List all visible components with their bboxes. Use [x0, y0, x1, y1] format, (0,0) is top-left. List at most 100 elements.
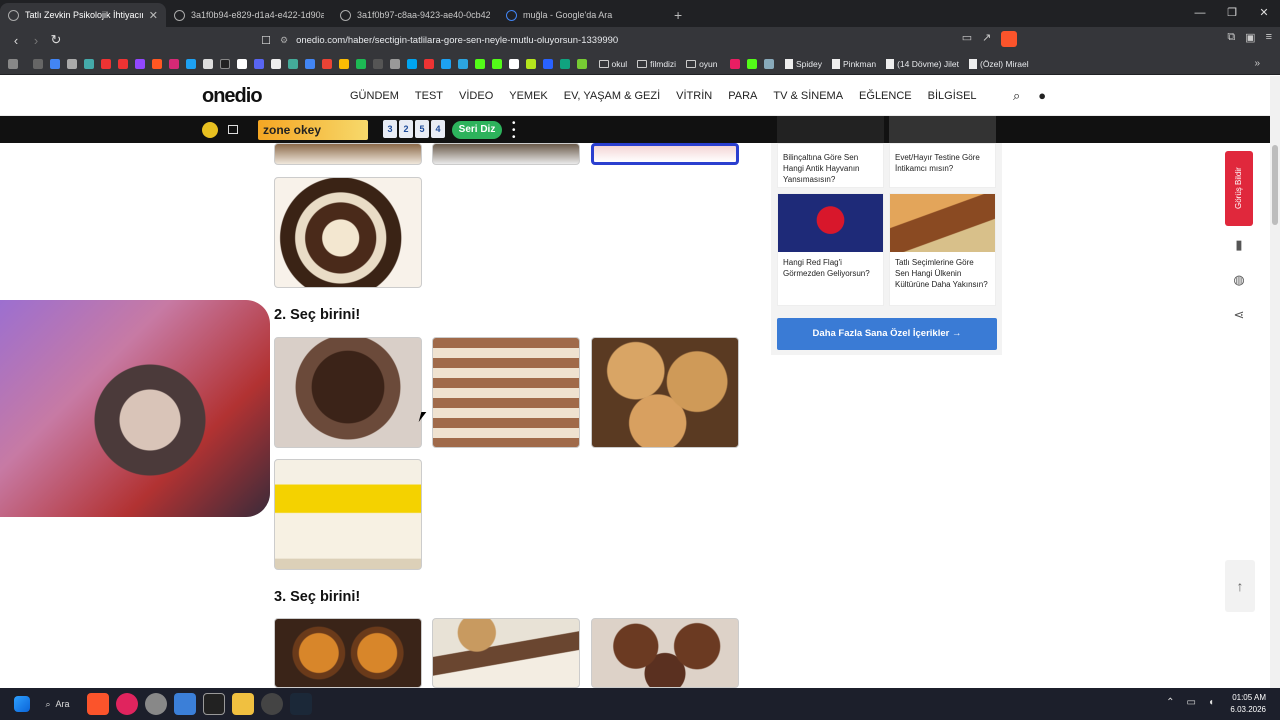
scroll-to-top-button[interactable]: ↑ [1225, 560, 1255, 612]
quiz-option-image[interactable] [274, 143, 422, 165]
bookmark-mirael[interactable]: (Özel) Mirael [968, 58, 1029, 69]
discord-icon[interactable] [254, 58, 264, 69]
back-icon[interactable]: ‹ [6, 33, 26, 48]
menu-item[interactable]: VİTRİN [676, 90, 712, 102]
volume-icon[interactable]: ◖ [1208, 697, 1214, 708]
restore-button[interactable]: ❐ [1216, 0, 1248, 27]
bookmark-spidey[interactable]: Spidey [785, 58, 822, 69]
recommended-card[interactable]: Tatlı Seçimlerine Göre Sen Hangi Ülkenin… [889, 193, 996, 306]
user-icon[interactable]: ● [1038, 88, 1046, 104]
bookmark-favicon-icon[interactable] [526, 58, 536, 69]
bookmark-favicon-icon[interactable] [543, 58, 553, 69]
extensions-icon[interactable]: ⧉ [1227, 31, 1235, 47]
file-explorer-icon[interactable] [232, 693, 255, 715]
quiz-option-image[interactable] [591, 618, 739, 688]
recommended-card[interactable]: Bilinçaltına Göre Sen Hangi Antik Hayvan… [777, 143, 884, 188]
system-clock[interactable]: 01:05 AM 6.03.2026 [1230, 692, 1266, 716]
ad-info-icon[interactable] [228, 125, 238, 134]
youtube-icon[interactable] [118, 58, 128, 69]
x-icon[interactable] [203, 58, 213, 69]
search-icon[interactable]: ⌕ [1013, 88, 1020, 104]
bookmark-favicon-icon[interactable] [729, 58, 740, 69]
quiz-option-brownie[interactable] [274, 337, 422, 448]
history-icon[interactable] [33, 58, 43, 69]
bookmark-favicon-icon[interactable] [441, 58, 451, 69]
menu-item[interactable]: YEMEK [509, 90, 548, 102]
docs-icon[interactable] [305, 58, 315, 69]
bookmark-favicon-icon[interactable] [424, 58, 434, 69]
quiz-option-image[interactable] [274, 618, 422, 688]
bookmark-jilet[interactable]: (14 Dövme) Jilet [886, 58, 959, 69]
app-icon[interactable] [261, 693, 284, 715]
spotify-icon[interactable] [356, 58, 366, 69]
quiz-option-cookies[interactable] [591, 337, 739, 448]
close-window-button[interactable]: ✕ [1248, 0, 1280, 27]
menu-item[interactable]: TEST [415, 90, 443, 102]
site-logo[interactable]: onedio [202, 85, 263, 108]
kick-icon[interactable] [475, 58, 485, 69]
ad-banner[interactable]: zone okey 3 2 5 4 Seri Diz • • • [0, 116, 1270, 143]
cast-icon[interactable]: ▭ [962, 31, 972, 47]
new-tab-button[interactable]: + [664, 3, 692, 27]
bookmark-add-icon[interactable]: ▮ [1230, 237, 1248, 255]
bookmark-pinkman[interactable]: Pinkman [832, 58, 876, 69]
share-icon[interactable]: ⋖ [1230, 307, 1248, 325]
quiz-option-image[interactable] [432, 618, 580, 688]
kick-icon[interactable] [492, 58, 502, 69]
menu-item[interactable]: GÜNDEM [350, 90, 399, 102]
app-icon[interactable] [116, 693, 139, 715]
ad-cta-button[interactable]: Seri Diz [452, 121, 502, 139]
quiz-option-tiramisu[interactable] [432, 337, 580, 448]
network-icon[interactable]: ▭ [1187, 697, 1196, 708]
tab-3[interactable]: 3a1f0b97-c8aa-9423-ae40-0cb4209 [332, 3, 498, 27]
windows-start-icon[interactable] [14, 696, 30, 712]
menu-item[interactable]: EĞLENCE [859, 90, 912, 102]
recommended-card[interactable]: Evet/Hayır Testine Göre İntikamcı mısın? [889, 143, 996, 188]
bookmark-favicon-icon[interactable] [288, 58, 298, 69]
bookmark-favicon-icon[interactable] [186, 58, 196, 69]
scrollbar-thumb[interactable] [1272, 145, 1278, 225]
menu-icon[interactable]: ≡ [1266, 31, 1272, 47]
url-field[interactable]: ⚙ onedio.com/haber/sectigin-tatlilara-go… [280, 30, 1000, 50]
menu-item[interactable]: EV, YAŞAM & GEZİ [564, 90, 660, 102]
app-icon[interactable] [145, 693, 168, 715]
chatgpt-icon[interactable] [560, 58, 570, 69]
minimize-button[interactable]: — [1184, 0, 1216, 27]
youtube-icon[interactable] [101, 58, 111, 69]
apps-icon[interactable] [7, 58, 18, 69]
bookmark-favicon-icon[interactable] [84, 58, 94, 69]
show-hidden-icons-icon[interactable]: ⌃ [1166, 697, 1174, 708]
bookmark-favicon-icon[interactable] [237, 58, 247, 69]
share-icon[interactable]: ↗ [982, 31, 991, 47]
reload-icon[interactable]: ↻ [46, 32, 66, 48]
bookmark-favicon-icon[interactable] [271, 58, 281, 69]
feedback-button[interactable]: Görüş Bildir [1225, 151, 1253, 226]
gmail-icon[interactable] [322, 58, 332, 69]
brave-icon[interactable] [87, 693, 110, 715]
quiz-option-lemon-cheesecake[interactable] [274, 459, 422, 570]
recommended-card[interactable]: Hangi Red Flag'i Görmezden Geliyorsun? [777, 193, 884, 306]
tab-active[interactable]: Tatlı Zevkin Psikolojik İhtiyacını A ✕ [0, 3, 166, 27]
bookmark-icon[interactable]: ☐ [256, 34, 276, 47]
bookmark-favicon-icon[interactable] [763, 58, 774, 69]
bookmark-folder-oyun[interactable]: oyun [686, 59, 718, 69]
instagram-icon[interactable] [169, 58, 179, 69]
forward-icon[interactable]: › [26, 33, 46, 48]
bookmark-favicon-icon[interactable] [152, 58, 162, 69]
site-info-icon[interactable]: ⚙ [280, 35, 288, 46]
app-icon[interactable] [174, 693, 197, 715]
tab-close-icon[interactable]: ✕ [149, 9, 158, 22]
bookmark-favicon-icon[interactable] [577, 58, 587, 69]
quiz-option-image[interactable] [274, 177, 422, 288]
tab-2[interactable]: 3a1f0b94-e829-d1a4-e422-1d90afb [166, 3, 332, 27]
bookmark-folder-filmdizi[interactable]: filmdizi [637, 59, 676, 69]
more-bookmarks-icon[interactable]: » [1254, 58, 1260, 69]
google-icon[interactable] [50, 58, 60, 69]
quiz-option-image-selected[interactable] [591, 143, 739, 165]
menu-item[interactable]: TV & SİNEMA [773, 90, 843, 102]
menu-item[interactable]: VİDEO [459, 90, 493, 102]
more-options-icon[interactable]: • • • [512, 119, 516, 143]
bookmark-favicon-icon[interactable] [407, 58, 417, 69]
tiktok-icon[interactable] [220, 58, 230, 69]
quiz-option-image[interactable] [432, 143, 580, 165]
